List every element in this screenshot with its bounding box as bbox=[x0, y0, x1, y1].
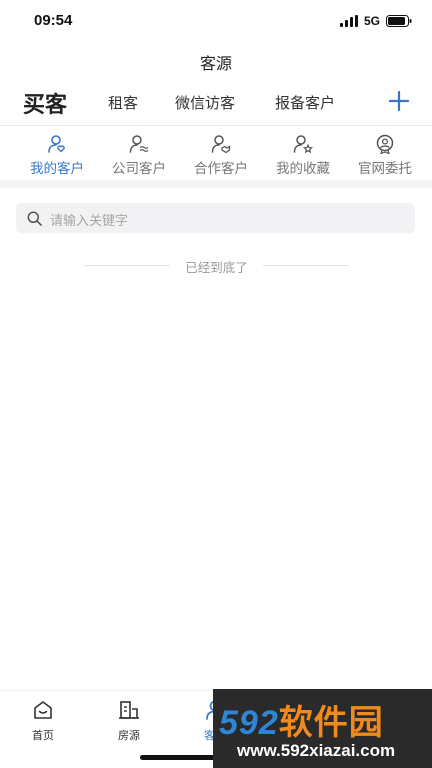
sub-tab-label: 我的客户 bbox=[30, 161, 84, 177]
sub-tab-label: 合作客户 bbox=[194, 161, 248, 177]
building-icon bbox=[119, 701, 139, 719]
page-title: 客源 bbox=[199, 54, 232, 73]
list-end-indicator: 已经到底了 bbox=[84, 257, 349, 275]
sub-tab-label: 官网委托 bbox=[358, 161, 412, 177]
watermark-logo: 592软件园 bbox=[219, 695, 384, 744]
customer-type-tabs: 买客 租客 微信访客 报备客户 bbox=[0, 84, 432, 124]
watermark: 592软件园 www.592xiazai.com bbox=[213, 689, 432, 768]
search-placeholder: 请输入关键字 bbox=[50, 214, 129, 229]
home-icon bbox=[34, 701, 52, 719]
plus-icon[interactable] bbox=[388, 90, 410, 112]
tab-label: 首页 bbox=[32, 729, 54, 742]
divider bbox=[263, 265, 349, 266]
signal-icon bbox=[339, 15, 358, 27]
network-type: 5G bbox=[363, 14, 380, 28]
tab-my-customers[interactable]: 我的客户 bbox=[14, 132, 100, 177]
search-input[interactable]: 请输入关键字 bbox=[16, 203, 415, 233]
list-end-text: 已经到底了 bbox=[185, 260, 248, 275]
tab-home[interactable]: 首页 bbox=[0, 699, 86, 743]
watermark-logo-number: 592 bbox=[219, 704, 279, 742]
tab-rent-customer[interactable]: 租客 bbox=[108, 92, 138, 113]
customer-category-tabs: 我的客户 公司客户 合作客户 我的收藏 官网委托 bbox=[0, 132, 432, 178]
search-icon bbox=[27, 211, 42, 226]
user-handshake-icon bbox=[211, 135, 231, 154]
tab-reported-customer[interactable]: 报备客户 bbox=[275, 92, 335, 113]
section-separator bbox=[0, 180, 432, 188]
watermark-logo-text: 软件园 bbox=[278, 703, 384, 743]
tab-company-customers[interactable]: 公司客户 bbox=[96, 132, 182, 177]
divider bbox=[0, 125, 432, 126]
tab-label: 房源 bbox=[118, 729, 140, 742]
status-bar: 09:54 5G bbox=[0, 0, 432, 44]
tab-my-favorites[interactable]: 我的收藏 bbox=[260, 132, 346, 177]
status-time: 09:54 bbox=[34, 12, 73, 29]
tab-wechat-visitor[interactable]: 微信访客 bbox=[175, 92, 235, 113]
user-group-icon bbox=[129, 135, 149, 153]
tab-buy-customer[interactable]: 买客 bbox=[23, 87, 67, 119]
battery-icon bbox=[386, 15, 412, 27]
sub-tab-label: 公司客户 bbox=[112, 161, 166, 177]
tab-website-entrusted[interactable]: 官网委托 bbox=[342, 132, 428, 177]
badge-icon bbox=[376, 134, 394, 154]
status-indicators: 5G bbox=[339, 14, 412, 28]
user-star-icon bbox=[293, 135, 313, 154]
sub-tab-label: 我的收藏 bbox=[276, 161, 330, 177]
tab-listings[interactable]: 房源 bbox=[86, 699, 172, 743]
watermark-url: www.592xiazai.com bbox=[237, 741, 396, 760]
tab-partner-customers[interactable]: 合作客户 bbox=[178, 132, 264, 177]
user-heart-icon bbox=[48, 135, 65, 153]
